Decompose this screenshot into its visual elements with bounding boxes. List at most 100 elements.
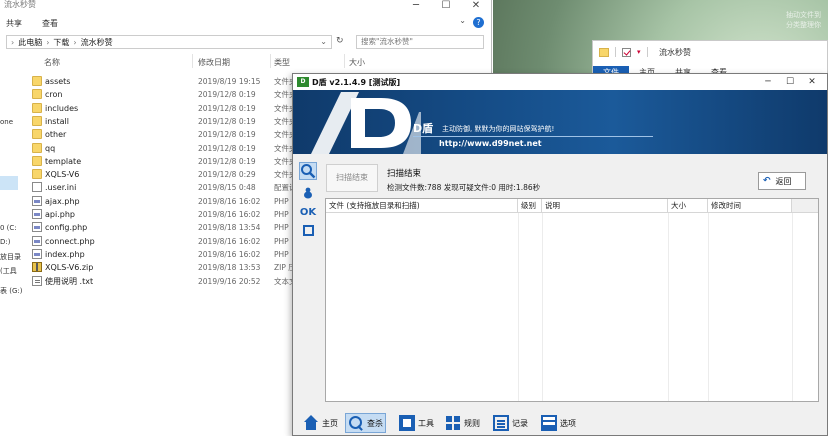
file-name: install: [45, 116, 69, 126]
file-name: config.php: [45, 223, 88, 233]
file-row[interactable]: install 2019/12/8 0:19 文件夹: [28, 115, 328, 128]
pin-icon[interactable]: ▾: [637, 48, 641, 56]
column-divider[interactable]: [344, 54, 345, 68]
refresh-icon[interactable]: ↻: [336, 36, 344, 46]
minimize-button[interactable]: ─: [401, 0, 431, 14]
bug-icon[interactable]: [299, 184, 317, 202]
address-bar[interactable]: › 此电脑 › 下载 › 流水秒赞 ⌄: [6, 35, 332, 49]
nav-item[interactable]: (工具: [0, 266, 17, 276]
file-name: api.php: [45, 210, 75, 219]
breadcrumb-downloads[interactable]: 下载: [53, 37, 69, 48]
scan-search-icon[interactable]: [299, 162, 317, 180]
file-row[interactable]: qq 2019/12/8 0:19 文件夹: [28, 142, 328, 155]
tab-label: 工具: [418, 418, 434, 428]
folder-icon: [32, 142, 42, 153]
scan-results-table[interactable]: 文件 (支持拖放目录和扫描) 级别 说明 大小 修改时间: [325, 198, 819, 402]
column-header-name[interactable]: 名称: [44, 57, 60, 68]
file-row[interactable]: config.php 2019/8/18 13:54 PHP: [28, 221, 328, 234]
chevron-right-icon: ›: [73, 37, 77, 47]
help-icon[interactable]: ?: [473, 17, 484, 28]
back-button[interactable]: ↶ 返回: [758, 172, 806, 190]
search-input[interactable]: 搜索"流水秒赞": [356, 35, 484, 49]
ok-icon[interactable]: OK: [299, 204, 317, 222]
dshield-logo-icon: D: [297, 77, 309, 87]
table-header-file[interactable]: 文件 (支持拖放目录和扫描): [326, 199, 518, 213]
table-header-description[interactable]: 说明: [542, 199, 668, 213]
minimize-button[interactable]: ─: [757, 75, 779, 89]
window-title: 流水秒赞: [659, 48, 691, 57]
column-divider[interactable]: [270, 54, 271, 68]
ribbon-tab-view[interactable]: 查看: [42, 18, 58, 29]
file-row[interactable]: XQLS-V6.zip 2019/8/18 13:53 ZIP 压: [28, 261, 328, 274]
tab-label: 选项: [560, 418, 576, 428]
maximize-button[interactable]: ☐: [779, 75, 801, 89]
file-row[interactable]: other 2019/12/8 0:19 文件夹: [28, 128, 328, 141]
grid-line: [792, 213, 793, 401]
file-row[interactable]: ajax.php 2019/8/16 16:02 PHP: [28, 195, 328, 208]
file-date: 2019/12/8 0:19: [198, 130, 256, 140]
php-file-icon: [32, 235, 42, 246]
search-icon: [348, 415, 364, 431]
nav-item[interactable]: one: [0, 118, 13, 126]
chevron-down-icon[interactable]: ⌄: [320, 37, 327, 46]
file-row[interactable]: 使用说明 .txt 2019/9/16 20:52 文本文: [28, 275, 328, 288]
file-type: PHP: [274, 236, 289, 246]
file-row[interactable]: cron 2019/12/8 0:19 文件夹: [28, 88, 328, 101]
table-header-filler: [792, 199, 818, 213]
tab-scan[interactable]: 查杀: [345, 413, 386, 433]
maximize-button[interactable]: ☐: [431, 0, 461, 14]
tab-options[interactable]: 选项: [539, 413, 578, 433]
file-row[interactable]: api.php 2019/8/16 16:02 PHP: [28, 208, 328, 221]
nav-item[interactable]: 0 (C:: [0, 224, 17, 232]
file-row[interactable]: assets 2019/8/19 19:15 文件夹: [28, 75, 328, 88]
table-header-level[interactable]: 级别: [518, 199, 542, 213]
navigation-pane: one 0 (C: D:) 放目录 (工具 表 (G:): [0, 52, 22, 436]
file-row[interactable]: .user.ini 2019/8/15 0:48 配置设: [28, 181, 328, 194]
ribbon-tab-share[interactable]: 共享: [6, 18, 22, 29]
brand-name: D盾: [413, 122, 434, 135]
file-row[interactable]: includes 2019/12/8 0:19 文件夹: [28, 102, 328, 115]
file-type: PHP: [274, 249, 289, 259]
frame-icon[interactable]: [299, 222, 317, 240]
tab-rules[interactable]: 规则: [443, 413, 482, 433]
close-button[interactable]: ✕: [801, 75, 823, 89]
tab-log[interactable]: 记录: [491, 413, 530, 433]
table-header-modified[interactable]: 修改时间: [708, 199, 792, 213]
column-divider[interactable]: [192, 54, 193, 68]
file-date: 2019/8/18 13:54: [198, 223, 261, 233]
column-header-date[interactable]: 修改日期: [198, 57, 230, 68]
window-title: D盾 v2.1.4.9 [测试版]: [312, 78, 401, 87]
scan-status-info: 检测文件数:788 发现可疑文件:0 用时:1.86秒: [387, 183, 541, 192]
file-name: 使用说明 .txt: [45, 276, 94, 286]
window-controls: ─ ☐ ✕: [401, 0, 491, 14]
rules-icon: [445, 415, 461, 431]
dshield-window: D D盾 v2.1.4.9 [测试版] ─ ☐ ✕ D盾 主动防御, 默默为你的…: [292, 73, 828, 436]
banner-divider: [413, 136, 653, 137]
file-row[interactable]: connect.php 2019/8/16 16:02 PHP: [28, 235, 328, 248]
tab-tools[interactable]: 工具: [397, 413, 436, 433]
scan-button[interactable]: 扫描结束: [326, 164, 378, 192]
tip-line: 分类整理你: [786, 21, 821, 29]
column-header-type[interactable]: 类型: [274, 57, 290, 68]
column-header-size[interactable]: 大小: [349, 57, 365, 68]
tab-home[interactable]: 主页: [301, 413, 340, 433]
website-link[interactable]: http://www.d99net.net: [439, 139, 542, 148]
file-name: includes: [45, 103, 79, 113]
ribbon-expand-icon[interactable]: ⌄: [459, 16, 466, 25]
undo-arrow-icon: ↶: [763, 176, 771, 186]
nav-item[interactable]: 表 (G:): [0, 286, 22, 296]
nav-item[interactable]: 放目录: [0, 252, 21, 262]
table-header-size[interactable]: 大小: [668, 199, 708, 213]
breadcrumb-folder[interactable]: 流水秒赞: [81, 37, 113, 48]
file-row[interactable]: index.php 2019/8/16 16:02 PHP: [28, 248, 328, 261]
tab-label: 记录: [512, 418, 528, 428]
breadcrumb-this-pc[interactable]: 此电脑: [18, 37, 42, 48]
file-row[interactable]: XQLS-V6 2019/12/8 0:29 文件夹: [28, 168, 328, 181]
tools-icon: [399, 415, 415, 431]
close-button[interactable]: ✕: [461, 0, 491, 14]
properties-icon[interactable]: [622, 47, 631, 57]
file-name: assets: [45, 77, 71, 86]
nav-item[interactable]: D:): [0, 238, 10, 246]
folder-icon: [32, 155, 42, 166]
file-row[interactable]: template 2019/12/8 0:19 文件夹: [28, 155, 328, 168]
